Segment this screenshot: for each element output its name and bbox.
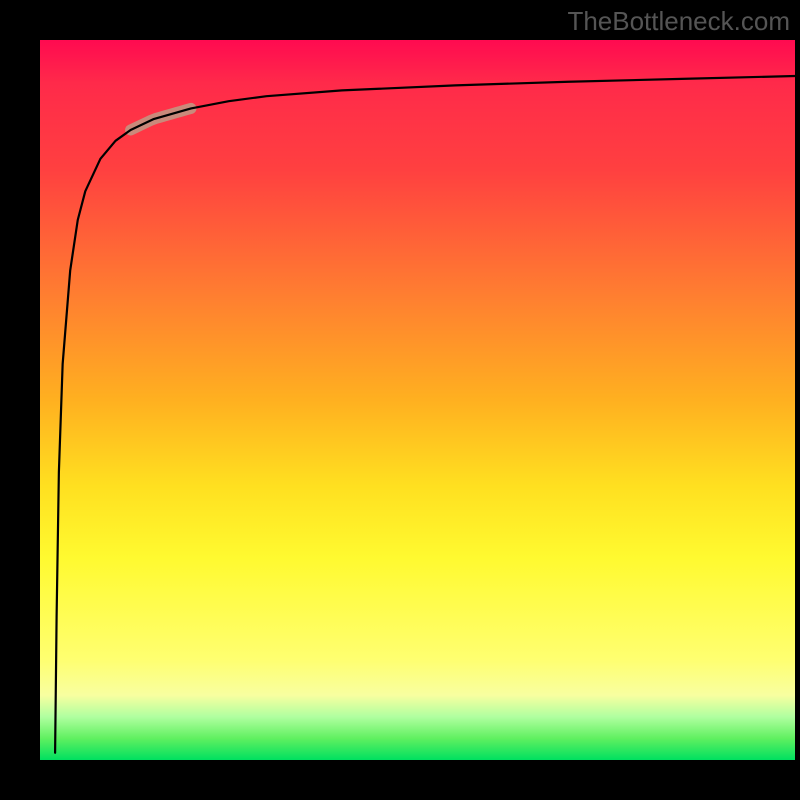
watermark-text: TheBottleneck.com — [567, 6, 790, 37]
chart-plot-area — [40, 40, 795, 760]
curve-svg — [40, 40, 795, 760]
chart-frame: TheBottleneck.com — [0, 0, 800, 800]
bottleneck-curve-line — [55, 76, 795, 753]
